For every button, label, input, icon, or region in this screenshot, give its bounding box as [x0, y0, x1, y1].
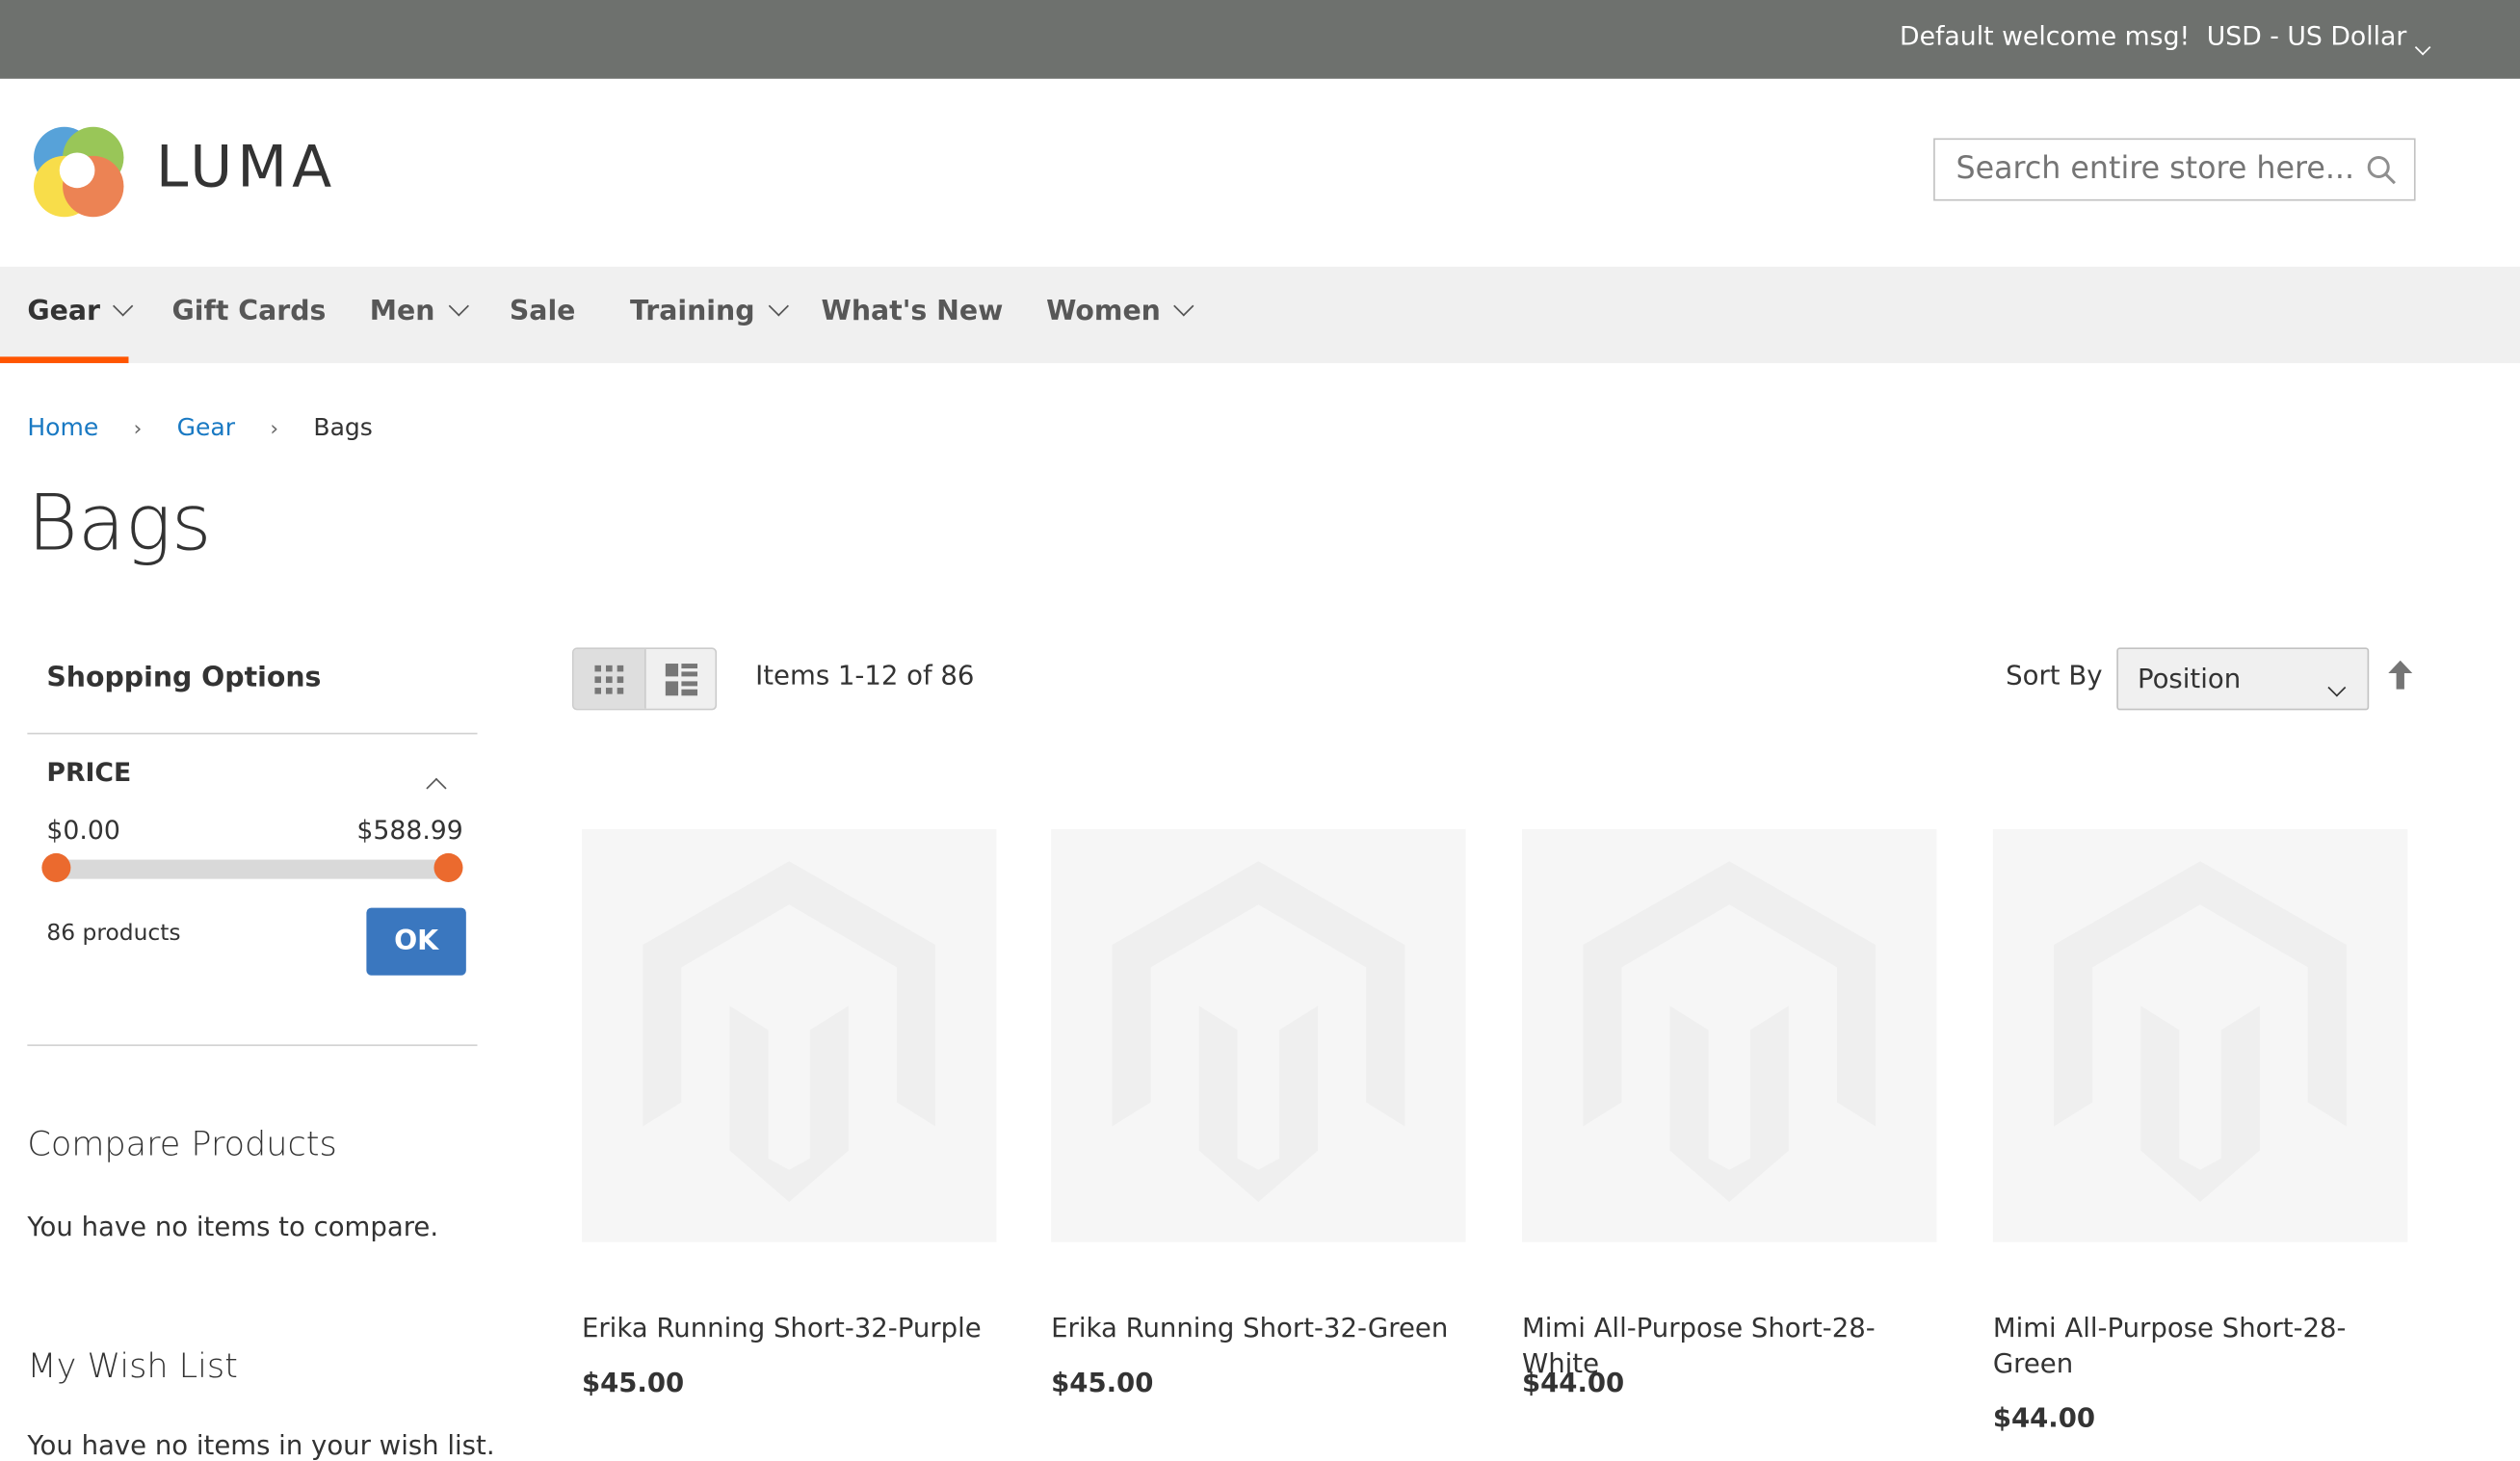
shopping-options-title: Shopping Options	[46, 662, 322, 694]
compare-empty: You have no items to compare.	[27, 1211, 439, 1242]
breadcrumb-home[interactable]: Home	[27, 413, 98, 442]
currency-switcher[interactable]: USD - US Dollar	[2206, 20, 2432, 56]
nav-women[interactable]: Women	[1046, 296, 1194, 327]
grid-view-button[interactable]	[573, 649, 645, 709]
view-mode-switcher	[571, 647, 718, 711]
price-slider-max-handle[interactable]	[433, 852, 463, 882]
price-slider-track[interactable]	[56, 859, 449, 879]
active-indicator	[0, 356, 129, 364]
divider	[27, 732, 478, 735]
nav-whats-new[interactable]: What's New	[822, 296, 1004, 327]
nav-gift-cards[interactable]: Gift Cards	[172, 296, 327, 327]
placeholder-image-icon	[1583, 861, 1877, 1202]
price-slider-min-handle[interactable]	[41, 852, 71, 882]
placeholder-image-icon	[2054, 861, 2347, 1202]
product-image[interactable]	[1992, 828, 2408, 1242]
product-card[interactable]: Mimi All-Purpose Short-28-White $44.00	[1521, 828, 1937, 1398]
price-filter-title[interactable]: PRICE	[46, 757, 131, 788]
sort-select[interactable]: Position	[2116, 647, 2370, 711]
list-icon	[665, 664, 698, 696]
product-name[interactable]: Erika Running Short-32-Green	[1051, 1311, 1465, 1346]
search-box[interactable]	[1933, 138, 2416, 201]
currency-label: USD - US Dollar	[2206, 20, 2407, 52]
list-view-button[interactable]	[644, 649, 715, 709]
product-image[interactable]	[581, 828, 997, 1242]
search-icon[interactable]	[2366, 154, 2398, 186]
placeholder-image-icon	[1112, 861, 1405, 1202]
chevron-down-icon	[2415, 39, 2432, 56]
page-title: Bags	[27, 479, 212, 569]
sort-direction-arrow-up-icon[interactable]	[2388, 660, 2413, 690]
placeholder-image-icon	[643, 861, 936, 1202]
grid-icon	[594, 665, 624, 694]
luma-logo-icon	[34, 126, 124, 218]
product-card[interactable]: Erika Running Short-32-Green $45.00	[1051, 828, 1466, 1398]
chevron-up-icon[interactable]	[426, 777, 447, 798]
main-nav: Gear Gift Cards Men Sale Training What's…	[0, 266, 2520, 364]
logo-text: LUMA	[155, 135, 337, 201]
nav-men[interactable]: Men	[370, 296, 469, 327]
wishlist-title: My Wish List	[27, 1346, 238, 1386]
product-count: 86 products	[46, 920, 181, 947]
chevron-down-icon	[768, 296, 789, 317]
price-max: $588.99	[356, 814, 463, 846]
chevron-down-icon	[113, 296, 134, 317]
search-input[interactable]	[1953, 149, 2361, 189]
sort-value: Position	[2137, 664, 2242, 694]
logo[interactable]: LUMA	[29, 122, 351, 222]
product-card[interactable]: Mimi All-Purpose Short-28-Green $44.00	[1992, 828, 2408, 1433]
chevron-right-icon: ›	[270, 417, 279, 442]
wishlist-empty: You have no items in your wish list.	[27, 1429, 495, 1461]
product-image[interactable]	[1521, 828, 1937, 1242]
product-image[interactable]	[1051, 828, 1466, 1242]
nav-gear[interactable]: Gear	[27, 296, 134, 327]
breadcrumb-gear[interactable]: Gear	[177, 413, 235, 442]
nav-training[interactable]: Training	[630, 296, 789, 327]
product-price: $45.00	[581, 1367, 685, 1398]
sort-label: Sort By	[2006, 660, 2103, 691]
product-name[interactable]: Erika Running Short-32-Purple	[582, 1311, 996, 1346]
product-card[interactable]: Erika Running Short-32-Purple $45.00	[581, 828, 997, 1398]
product-price: $45.00	[1051, 1367, 1154, 1398]
breadcrumb-current: Bags	[313, 412, 373, 442]
welcome-message: Default welcome msg!	[1900, 20, 2191, 52]
items-count: Items 1-12 of 86	[755, 660, 975, 691]
compare-title: Compare Products	[27, 1124, 337, 1163]
chevron-down-icon	[2327, 678, 2347, 697]
chevron-down-icon	[447, 296, 469, 317]
chevron-down-icon	[1173, 296, 1194, 317]
product-name[interactable]: Mimi All-Purpose Short-28-Green	[1993, 1311, 2363, 1381]
ok-button[interactable]: OK	[366, 907, 466, 976]
top-bar: Default welcome msg! USD - US Dollar	[0, 0, 2520, 79]
nav-sale[interactable]: Sale	[510, 296, 576, 327]
divider	[27, 1044, 478, 1047]
chevron-right-icon: ›	[133, 417, 143, 442]
product-price: $44.00	[1521, 1367, 1625, 1398]
product-price: $44.00	[1992, 1402, 2096, 1434]
price-min: $0.00	[46, 814, 120, 846]
breadcrumb: Home › Gear › Bags	[27, 413, 372, 442]
